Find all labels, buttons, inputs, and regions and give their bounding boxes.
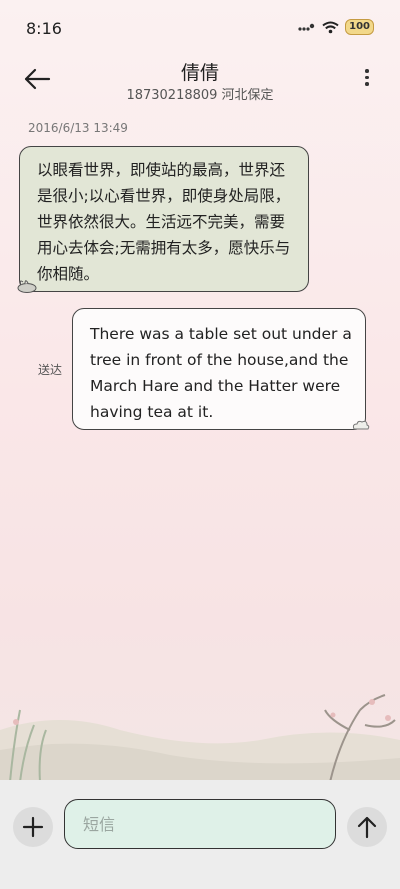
arrow-up-icon [347, 807, 387, 847]
message-timestamp: 2016/6/13 13:49 [28, 121, 128, 135]
send-button[interactable] [347, 807, 387, 847]
conversation-header: 倩倩 18730218809 河北保定 [0, 56, 400, 106]
more-vertical-icon [360, 69, 374, 86]
signal-icon [298, 21, 316, 33]
delivery-status: 送达 [38, 363, 63, 377]
incoming-message-text: 以眼看世界，即使站的最高，世界还是很小;以心看世界，即使身处局限，世界依然很大。… [37, 161, 291, 283]
status-bar: 8:16 100 [0, 0, 400, 56]
status-icons: 100 [298, 19, 374, 35]
composer-bar [0, 780, 400, 889]
background-scenery [0, 670, 400, 782]
outgoing-message-text: There was a table set out under a tree i… [90, 325, 352, 421]
add-attachment-button[interactable] [13, 807, 53, 847]
contact-name: 倩倩 [180, 62, 219, 84]
bunny-decoration-icon [15, 277, 39, 293]
plus-icon [13, 807, 53, 847]
status-time: 8:16 [26, 19, 62, 38]
cloud-decoration-icon [351, 418, 371, 432]
more-options-button[interactable] [360, 66, 374, 92]
battery-icon: 100 [345, 19, 374, 35]
sms-input[interactable] [64, 799, 336, 849]
wifi-icon [322, 21, 339, 34]
outgoing-message-bubble[interactable]: There was a table set out under a tree i… [72, 308, 366, 430]
incoming-message-bubble[interactable]: 以眼看世界，即使站的最高，世界还是很小;以心看世界，即使身处局限，世界依然很大。… [19, 146, 309, 292]
contact-number-location: 18730218809 河北保定 [126, 88, 274, 103]
